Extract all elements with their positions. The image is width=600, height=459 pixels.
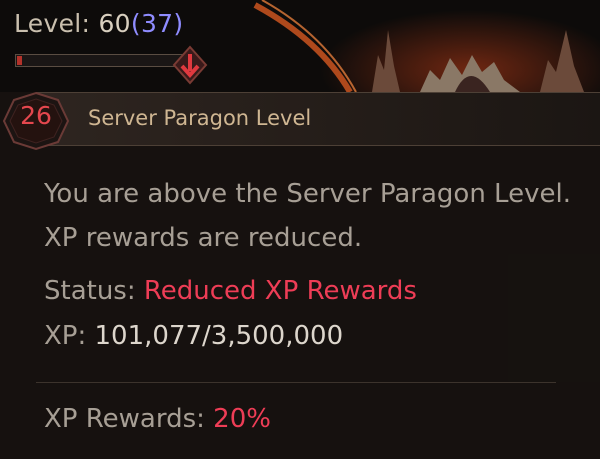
xp-label: XP: — [44, 321, 87, 351]
status-line: Status: Reduced XP Rewards — [44, 276, 417, 306]
paragon-value: (37) — [130, 9, 184, 38]
xp-rewards-label: XP Rewards: — [44, 404, 205, 434]
status-value: Reduced XP Rewards — [143, 276, 417, 306]
xp-line: XP: 101,077/3,500,000 — [44, 321, 343, 351]
level-value: 60 — [98, 9, 131, 38]
tooltip-description: You are above the Server Paragon Level. … — [44, 179, 571, 253]
server-paragon-level-value: 26 — [20, 101, 52, 130]
status-label: Status: — [44, 276, 136, 306]
experience-bar-fill — [17, 56, 23, 65]
xp-rewards-line: XP Rewards: 20% — [44, 404, 271, 434]
down-arrow-icon — [172, 45, 208, 85]
experience-bar — [15, 54, 190, 67]
xp-value: 101,077/3,500,000 — [94, 321, 344, 351]
level-label: Level: — [14, 9, 91, 38]
tooltip-header-border — [36, 145, 600, 146]
character-level: Level: 60(37) — [14, 9, 183, 38]
tooltip-divider — [36, 382, 556, 383]
xp-rewards-value: 20% — [213, 404, 271, 434]
tooltip-title: Server Paragon Level — [88, 106, 312, 130]
